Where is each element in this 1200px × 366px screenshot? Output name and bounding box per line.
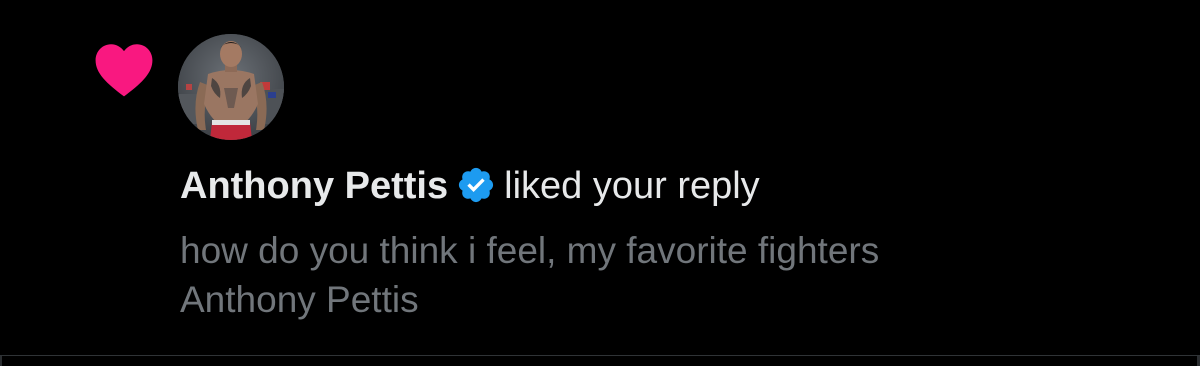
- reply-line: Anthony Pettis: [180, 279, 419, 320]
- avatar[interactable]: [178, 34, 284, 140]
- fighter-avatar: [178, 34, 284, 140]
- action-text: liked your reply: [504, 165, 760, 207]
- notification-headline: Anthony Pettis liked your reply: [180, 160, 760, 212]
- user-name[interactable]: Anthony Pettis: [180, 165, 448, 207]
- heart-icon: [95, 44, 153, 97]
- divider: [0, 355, 1200, 356]
- verified-badge-icon: [459, 167, 494, 203]
- reply-text: how do you think i feel, my favorite fig…: [180, 226, 1080, 324]
- reply-line: how do you think i feel, my favorite fig…: [180, 230, 880, 271]
- like-notification[interactable]: Anthony Pettis liked your reply how do yo…: [0, 0, 1200, 355]
